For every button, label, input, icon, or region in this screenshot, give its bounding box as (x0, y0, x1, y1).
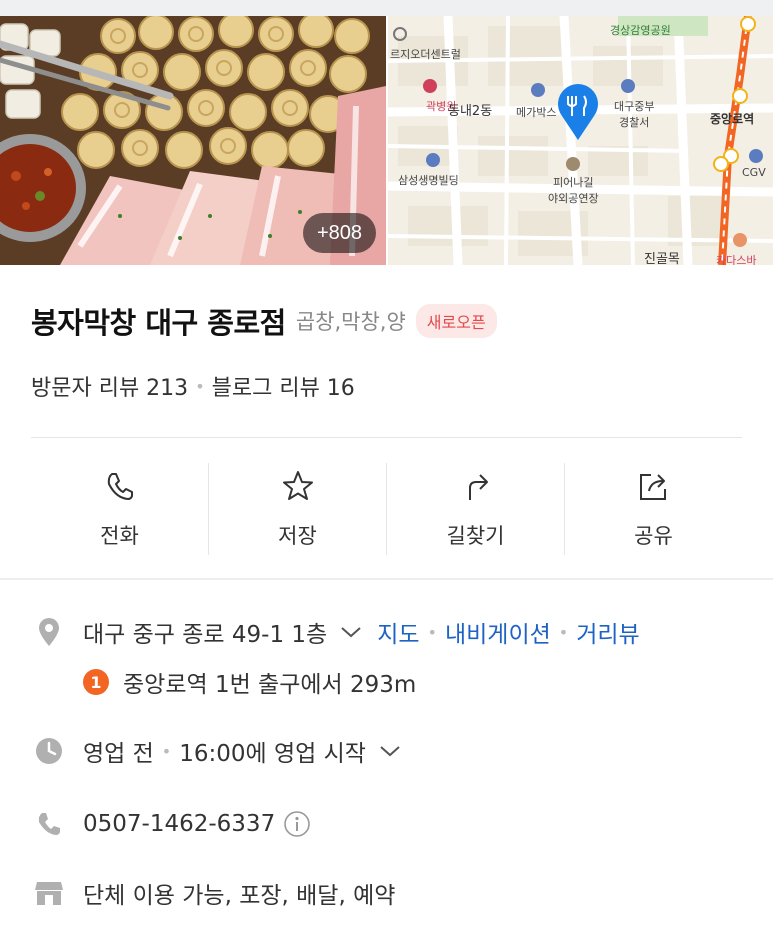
phone-icon (100, 466, 140, 506)
location-map[interactable]: 경상감영공원 르지오더센트럴 곽병원 동내2동 메가박스 대구중부 경찰서 중앙… (388, 16, 773, 265)
call-button[interactable]: 전화 (31, 463, 208, 555)
hours-row[interactable]: 영업 전 • 16:00에 영업 시작 (31, 730, 402, 772)
address-row: 대구 중구 종로 49-1 1층 지도 • 내비게이션 • 거리뷰 (31, 612, 640, 652)
map-label-venue: 피어나길 야외공연장 (548, 176, 599, 205)
map-label-kakao: 카다스바 (716, 254, 757, 265)
phone-filled-icon (31, 806, 67, 842)
map-label-park: 경상감영공원 (610, 24, 671, 37)
share-button[interactable]: 공유 (564, 463, 742, 555)
save-button-label: 저장 (278, 524, 317, 548)
separator-dot: • (558, 622, 569, 642)
info-circle-icon[interactable] (283, 810, 311, 838)
subway-exit-badge: 1 (83, 669, 109, 695)
section-divider (0, 578, 773, 580)
map-link[interactable]: 지도 (377, 615, 419, 649)
facilities-row: 단체 이용 가능, 포장, 배달, 예약 (31, 872, 395, 914)
map-label-alley: 진골목 (644, 252, 680, 265)
call-button-label: 전화 (100, 524, 139, 548)
map-label-station: 중앙로역 (710, 112, 755, 126)
share-icon (634, 466, 674, 506)
separator-dot: • (195, 376, 205, 396)
hero-media: +808 경상감영공원 르지오더센트럴 곽병원 동내2동 메가박스 대구중부 경… (0, 16, 773, 265)
share-button-label: 공유 (634, 524, 673, 548)
location-pin-icon (31, 614, 67, 650)
place-category: 곱창,막창,양 (295, 310, 406, 334)
map-label-cgv: CGV (742, 166, 766, 179)
place-title-row: 봉자막창 대구 종로점 곱창,막창,양 새로오픈 (31, 296, 497, 346)
photo-count-badge[interactable]: +808 (302, 213, 376, 253)
address-text: 대구 중구 종로 49-1 1층 (83, 622, 328, 648)
business-status: 영업 전 (83, 741, 154, 767)
directions-button[interactable]: 길찾기 (386, 463, 564, 555)
directions-button-label: 길찾기 (446, 524, 505, 548)
facilities-text: 단체 이용 가능, 포장, 배달, 예약 (83, 883, 396, 909)
separator-dot: • (161, 741, 172, 761)
food-photo[interactable]: +808 (0, 16, 386, 265)
directions-icon (456, 466, 496, 506)
map-label-police: 대구중부 경찰서 (614, 100, 655, 129)
save-button[interactable]: 저장 (208, 463, 386, 555)
phone-row: 0507-1462-6337 (31, 803, 311, 845)
navigation-link[interactable]: 내비게이션 (445, 615, 551, 649)
new-open-badge: 새로오픈 (415, 304, 497, 338)
divider (31, 437, 742, 438)
place-name: 봉자막창 대구 종로점 (31, 306, 286, 340)
streetview-link[interactable]: 거리뷰 (576, 615, 639, 649)
action-bar: 전화 저장 길찾기 공유 (31, 463, 742, 555)
map-label-center: 르지오더센트럴 (390, 48, 461, 61)
clock-icon (31, 733, 67, 769)
store-icon (31, 875, 67, 911)
separator-dot: • (427, 622, 437, 642)
address-expand-chevron-icon[interactable] (339, 624, 363, 640)
business-hours-text: 16:00에 영업 시작 (179, 741, 366, 767)
subway-row: 1 중앙로역 1번 출구에서 293m (31, 662, 416, 702)
top-strip (0, 0, 773, 16)
blog-reviews-link[interactable]: 블로그 리뷰 16 (212, 370, 355, 402)
map-label-dong: 동내2동 (448, 104, 493, 119)
hours-expand-chevron-icon[interactable] (378, 743, 402, 759)
subway-distance-text: 중앙로역 1번 출구에서 293m (123, 672, 417, 698)
visitor-reviews-link[interactable]: 방문자 리뷰 213 (31, 370, 188, 402)
map-label-megabox: 메가박스 (516, 106, 557, 119)
star-icon (278, 466, 318, 506)
map-label-samsung: 삼성생명빌딩 (398, 174, 459, 187)
review-summary: 방문자 리뷰 213 • 블로그 리뷰 16 (31, 366, 355, 406)
phone-number[interactable]: 0507-1462-6337 (83, 811, 275, 837)
